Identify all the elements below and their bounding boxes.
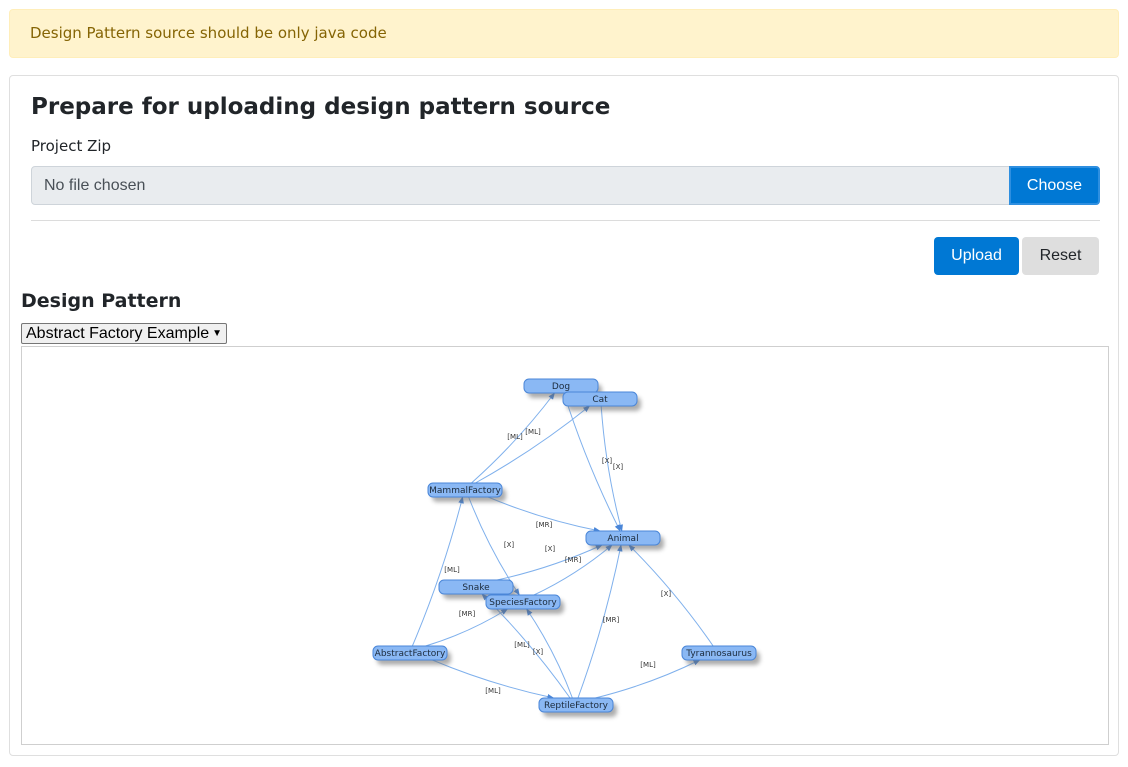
edge-label: [MR]: [603, 616, 620, 624]
node-label: Snake: [462, 583, 490, 593]
diagram-node-species-factory[interactable]: SpeciesFactory: [485, 594, 564, 614]
edge-label: [ML]: [525, 428, 541, 436]
edge-label: [X]: [533, 648, 544, 656]
edge-label: [X]: [602, 457, 613, 465]
edge-label: [X]: [504, 541, 515, 549]
node-label: AbstractFactory: [375, 649, 446, 659]
edge-label: [ML]: [507, 433, 523, 441]
design-pattern-title: Design Pattern: [21, 290, 182, 312]
edge-label: [X]: [661, 590, 672, 598]
design-pattern-select[interactable]: Abstract Factory Example ▼: [21, 323, 227, 344]
select-value: Abstract Factory Example: [26, 325, 210, 342]
edge-label: [ML]: [640, 661, 656, 669]
edge-label: [MR]: [536, 521, 553, 529]
file-placeholder: No file chosen: [44, 177, 146, 194]
divider: [31, 220, 1100, 221]
edge-label: [ML]: [485, 687, 501, 695]
node-label: Tyrannosaurus: [685, 649, 752, 659]
upload-card: Prepare for uploading design pattern sou…: [9, 75, 1119, 756]
node-label: Animal: [607, 534, 638, 544]
edge-label: [MR]: [565, 556, 582, 564]
class-diagram: [ML][ML][X][X][MR][X] [X][MR][ML][MR][ML]…: [372, 378, 760, 717]
reset-button[interactable]: Reset: [1022, 237, 1099, 275]
diagram-node-abstract-factory[interactable]: AbstractFactory: [372, 645, 451, 665]
edge-label: [ML]: [444, 566, 460, 574]
upload-button[interactable]: Upload: [934, 237, 1019, 275]
diagram-node-reptile-factory[interactable]: ReptileFactory: [538, 697, 617, 717]
diagram-node-animal[interactable]: Animal: [585, 530, 664, 550]
edge-label: [X]: [613, 463, 624, 471]
alert-message: Design Pattern source should be only jav…: [30, 24, 387, 42]
edge-label: [X]: [545, 545, 556, 553]
edge-label: [ML]: [514, 641, 530, 649]
node-label: SpeciesFactory: [489, 598, 557, 608]
diagram-canvas[interactable]: [ML] [ML] [X] [X] [MR] [X] [X] [MR] [ML] [MR] [ML]…: [21, 346, 1109, 745]
dropdown-arrow-icon: ▼: [212, 328, 222, 339]
node-label: Cat: [592, 395, 608, 405]
node-label: Dog: [552, 382, 570, 392]
diagram-node-mammal-factory[interactable]: MammalFactory: [427, 482, 506, 502]
project-zip-file-input[interactable]: No file chosen Choose: [31, 166, 1100, 205]
choose-file-button[interactable]: Choose: [1009, 166, 1100, 205]
project-zip-label: Project Zip: [31, 137, 112, 155]
warning-alert: Design Pattern source should be only jav…: [9, 9, 1119, 58]
edge-label: [MR]: [459, 610, 476, 618]
diagram-node-cat[interactable]: Cat: [562, 391, 641, 411]
node-label: ReptileFactory: [544, 701, 609, 711]
diagram-node-tyrannosaurus[interactable]: Tyrannosaurus: [681, 645, 760, 665]
page-title: Prepare for uploading design pattern sou…: [31, 94, 611, 120]
node-label: MammalFactory: [429, 486, 501, 496]
